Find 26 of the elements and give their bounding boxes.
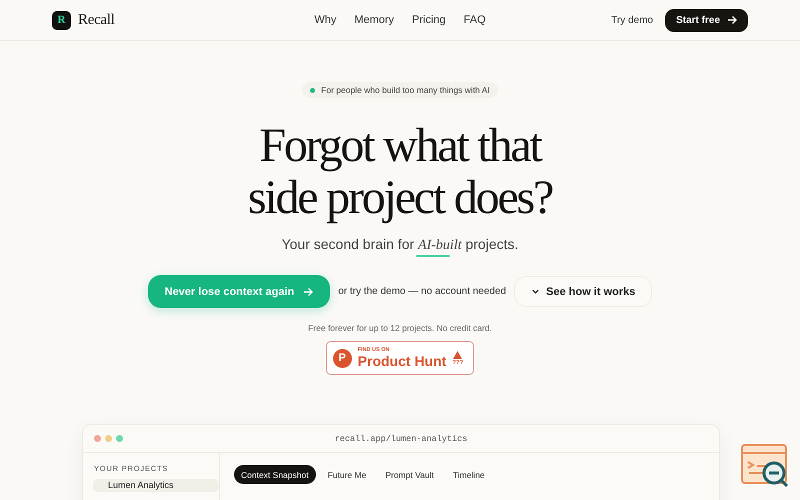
logo-icon[interactable]: R [52,10,71,30]
url-text: recall.app/lumen-analytics [334,434,468,444]
nav-link[interactable]: Memory [354,14,394,26]
chevron-down-icon [531,287,540,296]
headline: Forgot what that [259,120,541,172]
subtitle: Your second brain for AI-built projects. [282,236,518,254]
tab[interactable]: Future Me [320,465,374,484]
arrow-icon [727,15,737,25]
eyebrow-text: For people who build too many things with AI [321,85,490,95]
demo-hint: or try the demo — no account needed [338,286,506,297]
status-dot-icon [310,88,316,92]
see-how-button[interactable]: See how it works [514,276,652,307]
pricing-note: Free forever for up to 12 projects. No credit card. [308,323,492,333]
nav-link[interactable]: Why [314,14,336,26]
headline: side project does? [248,172,552,224]
nav-link[interactable]: Pricing [412,14,446,26]
tab[interactable]: Context Snapshot [234,465,316,484]
project-item[interactable]: Lumen Analytics [93,479,219,492]
brand-name[interactable]: Recall [78,12,115,28]
nav-link[interactable]: FAQ [464,14,486,26]
tab[interactable]: Timeline [446,465,492,484]
underline-mark [416,255,450,257]
tab[interactable]: Prompt Vault [378,465,441,484]
arrow-icon [303,286,314,296]
try-demo-link[interactable]: Try demo [611,14,654,26]
start-free-button[interactable]: Start free [665,8,748,32]
